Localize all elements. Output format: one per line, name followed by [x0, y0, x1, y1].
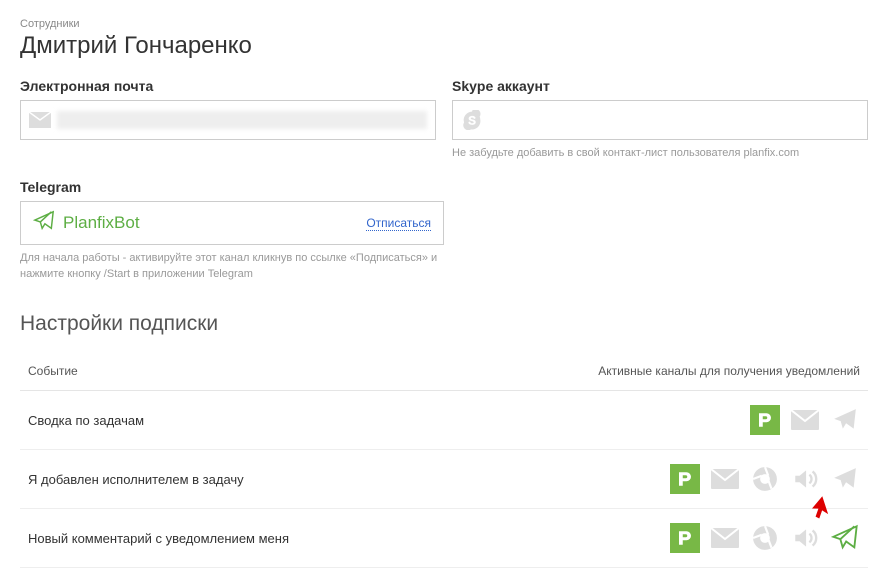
- skype-label: Skype аккаунт: [452, 78, 868, 94]
- telegram-plane-icon: [33, 210, 55, 237]
- subscription-table: Событие Активные каналы для получения ув…: [20, 354, 868, 568]
- channel-mail-icon[interactable]: [710, 523, 740, 553]
- telegram-box: PlanfixBot Отписаться: [20, 201, 444, 245]
- channel-browser-icon[interactable]: [750, 523, 780, 553]
- channel-planfix-icon[interactable]: [670, 464, 700, 494]
- skype-hint: Не забудьте добавить в свой контакт-лист…: [452, 146, 868, 161]
- email-value-blurred: [57, 111, 427, 129]
- breadcrumb[interactable]: Сотрудники: [20, 18, 868, 30]
- channel-telegram-icon[interactable]: [830, 523, 860, 553]
- channel-mail-icon[interactable]: [790, 405, 820, 435]
- event-name: Сводка по задачам: [20, 391, 443, 450]
- email-input-wrap[interactable]: [20, 100, 436, 140]
- channel-planfix-icon[interactable]: [670, 523, 700, 553]
- telegram-bot-name: PlanfixBot: [63, 213, 140, 233]
- skype-icon: [461, 112, 483, 128]
- col-event: Событие: [20, 354, 443, 391]
- mail-icon: [29, 112, 51, 128]
- telegram-unsubscribe-link[interactable]: Отписаться: [366, 216, 431, 231]
- subscription-settings-title: Настройки подписки: [20, 312, 868, 336]
- skype-input-wrap[interactable]: [452, 100, 868, 140]
- event-name: Я добавлен исполнителем в задачу: [20, 450, 443, 509]
- page-title: Дмитрий Гончаренко: [20, 32, 868, 60]
- col-channels: Активные каналы для получения уведомлени…: [443, 354, 868, 391]
- channel-mail-icon[interactable]: [710, 464, 740, 494]
- channel-telegram-icon[interactable]: [830, 405, 860, 435]
- telegram-label: Telegram: [20, 179, 444, 195]
- channel-planfix-icon[interactable]: [750, 405, 780, 435]
- telegram-hint: Для начала работы - активируйте этот кан…: [20, 251, 444, 282]
- table-row: Сводка по задачам: [20, 391, 868, 450]
- channel-sound-icon[interactable]: [790, 523, 820, 553]
- channel-sound-icon[interactable]: [790, 464, 820, 494]
- table-row: Я добавлен исполнителем в задачу: [20, 450, 868, 509]
- channel-browser-icon[interactable]: [750, 464, 780, 494]
- skype-input[interactable]: [489, 111, 859, 129]
- email-label: Электронная почта: [20, 78, 436, 94]
- channel-telegram-icon[interactable]: [830, 464, 860, 494]
